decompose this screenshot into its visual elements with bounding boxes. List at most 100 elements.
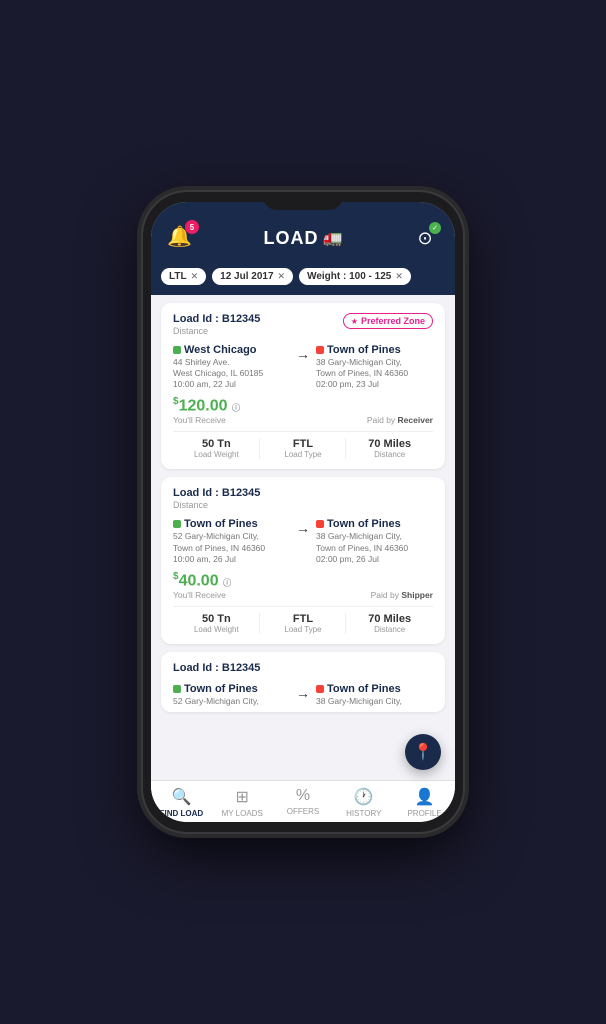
origin-city-3: Town of Pines: [173, 683, 290, 695]
profile-icon: 👤: [415, 787, 435, 807]
nav-my-loads[interactable]: ⊞ MY LOADS: [212, 787, 273, 818]
paid-by-2: Paid by Shipper: [371, 590, 433, 600]
find-load-label: FIND LOAD: [160, 809, 204, 818]
pill-date-close[interactable]: ✕: [278, 271, 286, 282]
route-arrow-1: →: [296, 344, 310, 362]
phone-notch: [263, 192, 343, 210]
filter-button[interactable]: ⊙ ✓: [411, 224, 439, 252]
offers-label: OFFERS: [287, 807, 319, 816]
my-loads-icon: ⊞: [235, 787, 248, 807]
stat-weight-value-2: 50 Tn: [173, 613, 260, 625]
price-block-2: $40.00 ⓘ You'll Receive: [173, 571, 231, 600]
price-value-2: $40.00 ⓘ: [173, 571, 231, 590]
dest-indicator-3: [316, 685, 324, 693]
location-icon: 📍: [413, 742, 433, 762]
load-id-3: Load Id : B12345: [173, 662, 260, 674]
stat-distance-1: 70 Miles Distance: [346, 438, 433, 459]
filter-pill-date[interactable]: 12 Jul 2017 ✕: [212, 268, 293, 285]
dest-block-3: Town of Pines 38 Gary-Michigan City,: [316, 683, 433, 707]
origin-address-3: 52 Gary-Michigan City,: [173, 696, 290, 707]
stat-type-label-1: Load Type: [260, 450, 347, 459]
stat-type-1: FTL Load Type: [260, 438, 347, 459]
stat-type-value-1: FTL: [260, 438, 347, 450]
price-label-1: You'll Receive: [173, 415, 240, 425]
dest-city-3: Town of Pines: [316, 683, 433, 695]
offers-icon: %: [296, 787, 310, 805]
origin-city-1: West Chicago: [173, 344, 290, 356]
notification-badge: 5: [185, 220, 199, 234]
preferred-star-icon: ★: [351, 317, 358, 326]
load-id-block-2: Load Id : B12345 Distance: [173, 487, 260, 510]
load-distance-2: Distance: [173, 500, 260, 510]
my-loads-label: MY LOADS: [222, 809, 263, 818]
nav-profile[interactable]: 👤 PROFILE: [394, 787, 455, 818]
phone-frame: 🔔 5 LOAD 🚛 ⊙ ✓ LTL ✕ 1: [143, 192, 463, 832]
dest-city-2: Town of Pines: [316, 518, 433, 530]
origin-indicator-2: [173, 520, 181, 528]
find-load-icon: 🔍: [171, 787, 191, 807]
stat-type-2: FTL Load Type: [260, 613, 347, 634]
stat-weight-label-1: Load Weight: [173, 450, 260, 459]
stat-distance-label-1: Distance: [346, 450, 433, 459]
paid-by-1: Paid by Receiver: [367, 415, 433, 425]
check-icon: ✓: [432, 224, 438, 232]
dest-city-1: Town of Pines: [316, 344, 433, 356]
route-row-1: West Chicago 44 Shirley Ave. West Chicag…: [173, 344, 433, 390]
pill-ltl-close[interactable]: ✕: [191, 271, 199, 282]
dest-block-1: Town of Pines 38 Gary-Michigan City, Tow…: [316, 344, 433, 390]
preferred-zone-label: Preferred Zone: [361, 316, 425, 326]
route-row-2: Town of Pines 52 Gary-Michigan City, Tow…: [173, 518, 433, 564]
nav-history[interactable]: 🕐 HISTORY: [333, 787, 394, 818]
load-card-2[interactable]: Load Id : B12345 Distance Town of Pines …: [161, 477, 445, 643]
card-header-2: Load Id : B12345 Distance: [173, 487, 433, 510]
location-fab[interactable]: 📍: [405, 734, 441, 770]
app-logo: LOAD 🚛: [264, 228, 343, 249]
filter-bar: LTL ✕ 12 Jul 2017 ✕ Weight : 100 - 125 ✕: [151, 262, 455, 295]
origin-address-2: 52 Gary-Michigan City, Town of Pines, IN…: [173, 531, 290, 564]
card-header-3: Load Id : B12345: [173, 662, 433, 675]
header: 🔔 5 LOAD 🚛 ⊙ ✓: [151, 202, 455, 262]
load-id-block-3: Load Id : B12345: [173, 662, 260, 675]
load-distance-1: Distance: [173, 326, 260, 336]
nav-find-load[interactable]: 🔍 FIND LOAD: [151, 787, 212, 818]
price-line-2: $40.00 ⓘ You'll Receive Paid by Shipper: [173, 571, 433, 600]
notification-button[interactable]: 🔔 5: [167, 224, 195, 252]
nav-offers[interactable]: % OFFERS: [273, 787, 334, 818]
origin-block-3: Town of Pines 52 Gary-Michigan City,: [173, 683, 290, 707]
pill-weight-close[interactable]: ✕: [395, 271, 403, 282]
load-list: Load Id : B12345 Distance ★ Preferred Zo…: [151, 295, 455, 780]
route-arrow-3: →: [296, 683, 310, 701]
load-card-1[interactable]: Load Id : B12345 Distance ★ Preferred Zo…: [161, 303, 445, 469]
bottom-navigation: 🔍 FIND LOAD ⊞ MY LOADS % OFFERS 🕐 HISTOR…: [151, 780, 455, 822]
route-row-3: Town of Pines 52 Gary-Michigan City, → T…: [173, 683, 433, 707]
dest-indicator-2: [316, 520, 324, 528]
profile-label: PROFILE: [407, 809, 441, 818]
filter-pill-ltl[interactable]: LTL ✕: [161, 268, 206, 285]
load-id-block-1: Load Id : B12345 Distance: [173, 313, 260, 336]
dest-address-3: 38 Gary-Michigan City,: [316, 696, 433, 707]
price-label-2: You'll Receive: [173, 590, 231, 600]
stat-weight-1: 50 Tn Load Weight: [173, 438, 260, 459]
stat-weight-label-2: Load Weight: [173, 625, 260, 634]
stat-weight-value-1: 50 Tn: [173, 438, 260, 450]
dest-address-2: 38 Gary-Michigan City, Town of Pines, IN…: [316, 531, 433, 564]
filter-pill-weight[interactable]: Weight : 100 - 125 ✕: [299, 268, 411, 285]
price-line-1: $120.00 ⓘ You'll Receive Paid by Receive…: [173, 396, 433, 425]
dest-block-2: Town of Pines 38 Gary-Michigan City, Tow…: [316, 518, 433, 564]
history-label: HISTORY: [346, 809, 381, 818]
load-card-3[interactable]: Load Id : B12345 Town of Pines 52 Gary-M…: [161, 652, 445, 712]
dest-indicator-1: [316, 346, 324, 354]
pill-date-label: 12 Jul 2017: [220, 271, 273, 282]
stat-type-value-2: FTL: [260, 613, 347, 625]
stat-weight-2: 50 Tn Load Weight: [173, 613, 260, 634]
origin-indicator-3: [173, 685, 181, 693]
stat-type-label-2: Load Type: [260, 625, 347, 634]
dest-address-1: 38 Gary-Michigan City, Town of Pines, IN…: [316, 357, 433, 390]
preferred-zone-badge: ★ Preferred Zone: [343, 313, 433, 329]
stats-row-1: 50 Tn Load Weight FTL Load Type 70 Miles…: [173, 431, 433, 459]
stat-distance-2: 70 Miles Distance: [346, 613, 433, 634]
price-value-1: $120.00 ⓘ: [173, 396, 240, 415]
stat-distance-label-2: Distance: [346, 625, 433, 634]
origin-address-1: 44 Shirley Ave. West Chicago, IL 60185 1…: [173, 357, 290, 390]
truck-icon: 🚛: [323, 228, 343, 248]
